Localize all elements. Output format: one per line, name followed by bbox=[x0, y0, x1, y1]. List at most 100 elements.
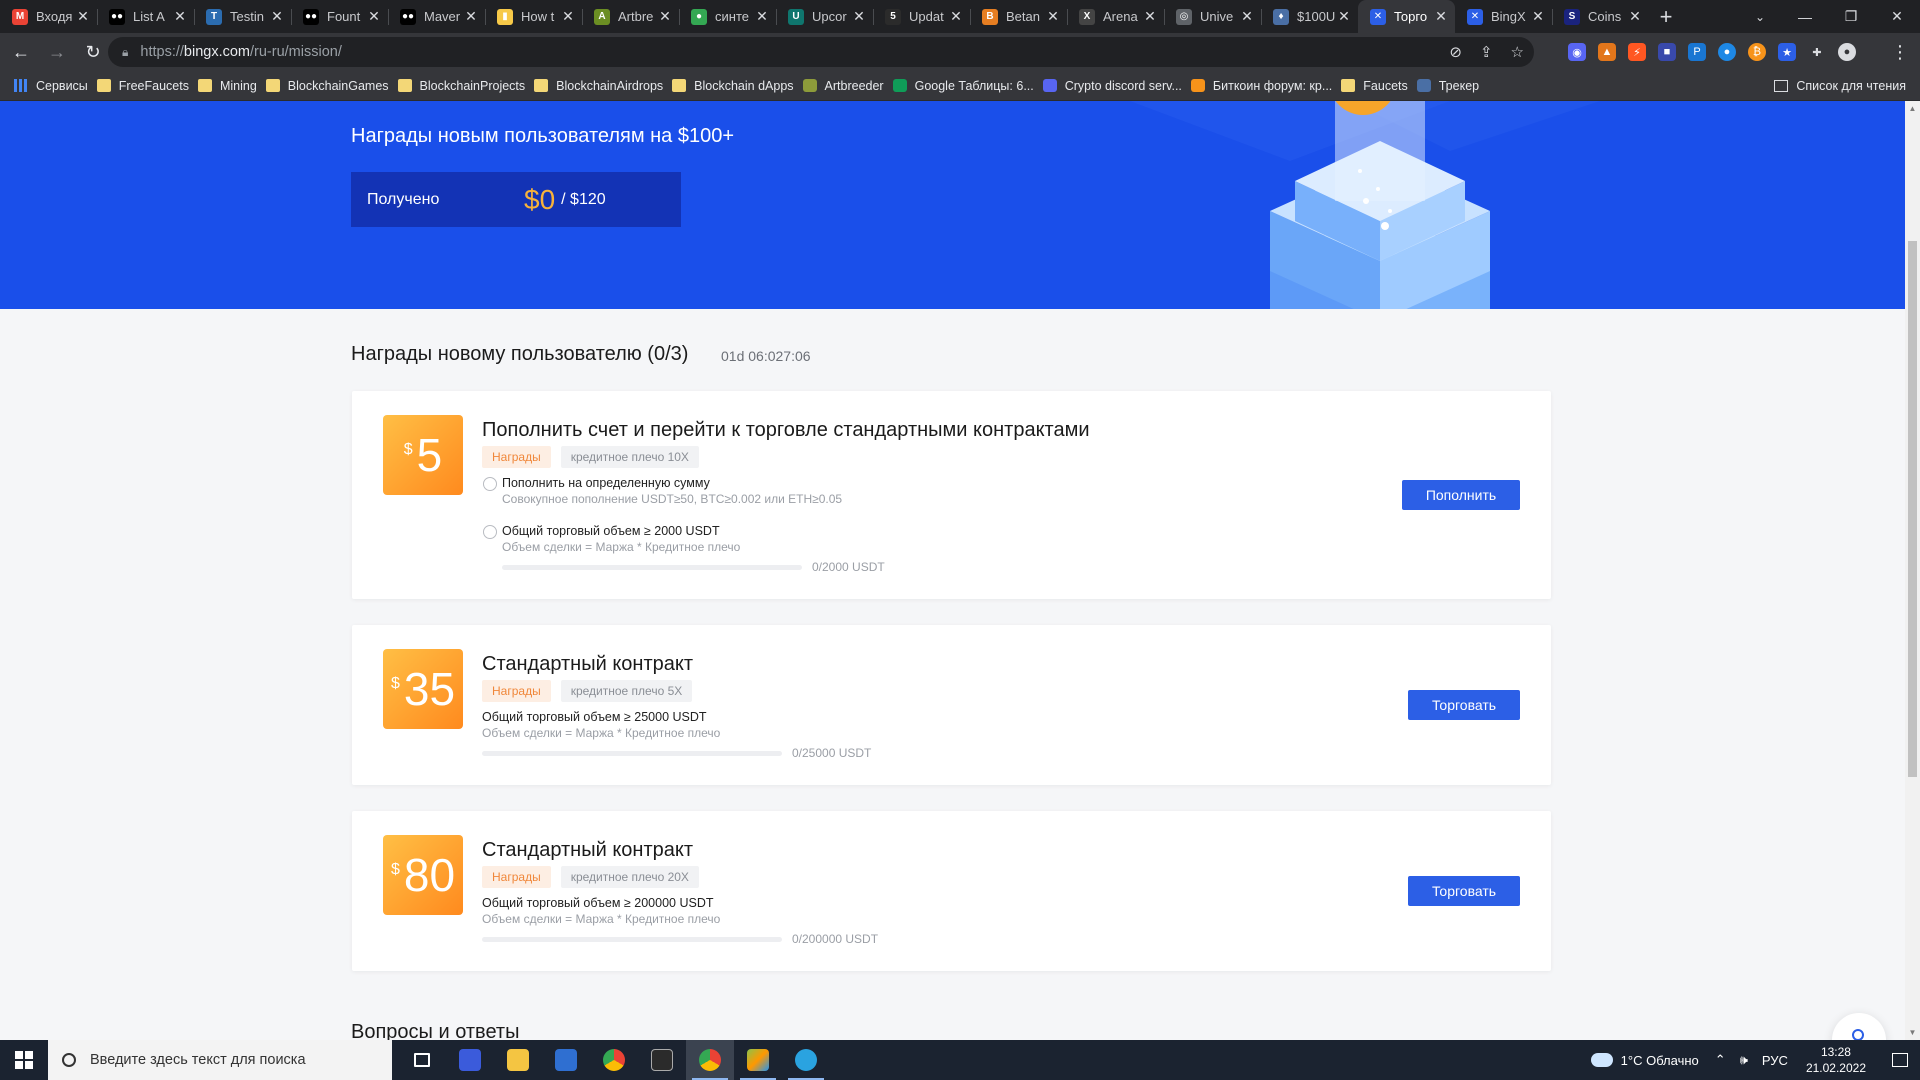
save-app-icon[interactable] bbox=[446, 1040, 494, 1080]
extension-icon[interactable]: ■ bbox=[1658, 43, 1676, 61]
tab-close-icon[interactable]: ✕ bbox=[754, 8, 770, 25]
scroll-up-arrow-icon[interactable]: ▲ bbox=[1905, 101, 1920, 116]
tab-close-icon[interactable]: ✕ bbox=[1530, 8, 1546, 25]
camera-app-icon[interactable] bbox=[542, 1040, 590, 1080]
bookmark-item[interactable]: FreeFaucets bbox=[96, 74, 198, 98]
browser-tab[interactable]: ✕ BingX ✕ bbox=[1455, 0, 1552, 33]
share-icon[interactable]: ⇪ bbox=[1480, 43, 1493, 61]
browser-tab[interactable]: ✕ Торго ✕ bbox=[1358, 0, 1455, 33]
browser-tab[interactable]: A Artbre ✕ bbox=[582, 0, 679, 33]
bookmark-item[interactable]: Google Таблицы: 6... bbox=[892, 74, 1043, 98]
metamask-extension-icon[interactable]: ▲ bbox=[1598, 43, 1616, 61]
extension-icon[interactable]: ⚡ bbox=[1628, 43, 1646, 61]
taskbar-search-box[interactable]: Введите здесь текст для поиска bbox=[48, 1040, 392, 1080]
windows-start-button[interactable] bbox=[0, 1040, 48, 1080]
bookmark-item[interactable]: Artbreeder bbox=[802, 74, 893, 98]
bookmark-item[interactable]: Crypto discord serv... bbox=[1042, 74, 1191, 98]
clock[interactable]: 13:28 21.02.2022 bbox=[1806, 1044, 1866, 1076]
notification-center-button[interactable] bbox=[1880, 1040, 1920, 1080]
extension-icon[interactable]: P bbox=[1688, 43, 1706, 61]
tab-title: Artbre bbox=[618, 9, 654, 24]
tab-close-icon[interactable]: ✕ bbox=[172, 8, 188, 25]
trade-button[interactable]: Торговать bbox=[1408, 876, 1520, 906]
browser-tab[interactable]: 5 Updat ✕ bbox=[873, 0, 970, 33]
bookmark-item[interactable]: Mining bbox=[197, 74, 266, 98]
browser-tab[interactable]: ♦ $100U ✕ bbox=[1261, 0, 1358, 33]
tab-close-icon[interactable]: ✕ bbox=[657, 8, 673, 25]
scrollbar-thumb[interactable] bbox=[1908, 241, 1917, 777]
tab-close-icon[interactable]: ✕ bbox=[463, 8, 479, 25]
bookmark-item[interactable]: Биткоин форум: кр... bbox=[1190, 74, 1341, 98]
extension-icon[interactable]: ★ bbox=[1778, 43, 1796, 61]
video-editor-icon[interactable] bbox=[638, 1040, 686, 1080]
tab-close-icon[interactable]: ✕ bbox=[851, 8, 867, 25]
puzzle-extensions-icon[interactable]: ✚ bbox=[1808, 43, 1826, 61]
condition-radio[interactable] bbox=[483, 477, 497, 491]
maximize-button[interactable]: ❐ bbox=[1828, 0, 1874, 33]
browser-tab[interactable]: ●● List A ✕ bbox=[97, 0, 194, 33]
tab-close-icon[interactable]: ✕ bbox=[366, 8, 382, 25]
referral-floating-button[interactable] bbox=[1832, 1013, 1886, 1040]
chrome-icon[interactable] bbox=[590, 1040, 638, 1080]
browser-toolbar: ← → ↻ 🔒︎ https://bingx.com/ru-ru/mission… bbox=[0, 33, 1920, 71]
chevron-up-icon[interactable]: ⌃ bbox=[1715, 1052, 1726, 1068]
tab-close-icon[interactable]: ✕ bbox=[1239, 8, 1255, 25]
browser-tab[interactable]: M Входя ✕ bbox=[0, 0, 97, 33]
tab-close-icon[interactable]: ✕ bbox=[1336, 8, 1352, 25]
forward-button[interactable]: → bbox=[42, 37, 72, 67]
extension-icon[interactable]: ₿ bbox=[1748, 43, 1766, 61]
minimize-button[interactable]: — bbox=[1782, 0, 1828, 33]
back-button[interactable]: ← bbox=[6, 37, 36, 67]
tab-close-icon[interactable]: ✕ bbox=[1433, 8, 1449, 25]
tab-close-icon[interactable]: ✕ bbox=[948, 8, 964, 25]
eye-off-icon[interactable]: ⊘ bbox=[1449, 43, 1462, 61]
address-bar[interactable]: 🔒︎ https://bingx.com/ru-ru/mission/ ⊘ ⇪ … bbox=[108, 37, 1534, 67]
tab-close-icon[interactable]: ✕ bbox=[269, 8, 285, 25]
new-tab-button[interactable]: + bbox=[1649, 0, 1683, 33]
chrome-active-icon[interactable] bbox=[686, 1040, 734, 1080]
bookmark-item[interactable]: Faucets bbox=[1341, 74, 1416, 98]
browser-tab[interactable]: U Upcor ✕ bbox=[776, 0, 873, 33]
browser-tab[interactable]: X Arena ✕ bbox=[1067, 0, 1164, 33]
deposit-button[interactable]: Пополнить bbox=[1402, 480, 1520, 510]
speaker-icon[interactable]: 🕪︎ bbox=[1740, 1052, 1748, 1068]
browser-tab[interactable]: ▮ How t ✕ bbox=[485, 0, 582, 33]
browser-tab[interactable]: ◎ Unive ✕ bbox=[1164, 0, 1261, 33]
tab-close-icon[interactable]: ✕ bbox=[75, 8, 91, 25]
discord-extension-icon[interactable]: ◉ bbox=[1568, 43, 1586, 61]
bookmark-item[interactable]: Трекер bbox=[1416, 74, 1488, 98]
bookmark-item[interactable]: Сервисы bbox=[14, 74, 97, 98]
tab-close-icon[interactable]: ✕ bbox=[1045, 8, 1061, 25]
page-scrollbar[interactable]: ▲ ▼ bbox=[1905, 101, 1920, 1040]
browser-tab[interactable]: ●● Maver ✕ bbox=[388, 0, 485, 33]
bluestacks-icon[interactable] bbox=[734, 1040, 782, 1080]
reading-list-button[interactable]: Список для чтения bbox=[1774, 71, 1906, 101]
more-menu-icon[interactable]: ⋮ bbox=[1888, 37, 1912, 67]
bookmark-star-icon[interactable]: ☆ bbox=[1511, 43, 1524, 61]
bookmark-item[interactable]: BlockchainProjects bbox=[397, 74, 535, 98]
browser-tab[interactable]: S Coins ✕ bbox=[1552, 0, 1649, 33]
telegram-icon[interactable] bbox=[782, 1040, 830, 1080]
reload-button[interactable]: ↻ bbox=[78, 37, 108, 67]
bookmark-item[interactable]: Blockchain dApps bbox=[672, 74, 802, 98]
tab-close-icon[interactable]: ✕ bbox=[560, 8, 576, 25]
browser-tab[interactable]: ● синте ✕ bbox=[679, 0, 776, 33]
close-window-button[interactable]: ✕ bbox=[1874, 0, 1920, 33]
extension-icon[interactable]: ● bbox=[1718, 43, 1736, 61]
scroll-down-arrow-icon[interactable]: ▼ bbox=[1905, 1025, 1920, 1040]
profile-avatar[interactable]: ● bbox=[1838, 43, 1856, 61]
browser-tab[interactable]: B Betan ✕ bbox=[970, 0, 1067, 33]
browser-tab[interactable]: T Testin ✕ bbox=[194, 0, 291, 33]
tab-close-icon[interactable]: ✕ bbox=[1142, 8, 1158, 25]
browser-tab[interactable]: ●● Fount ✕ bbox=[291, 0, 388, 33]
tab-close-icon[interactable]: ✕ bbox=[1627, 8, 1643, 25]
bookmark-item[interactable]: BlockchainAirdrops bbox=[534, 74, 672, 98]
bookmark-item[interactable]: BlockchainGames bbox=[265, 74, 398, 98]
language-indicator[interactable]: РУС bbox=[1762, 1053, 1788, 1068]
tab-search-icon[interactable]: ⌄ bbox=[1740, 0, 1780, 33]
task-view-button[interactable] bbox=[398, 1040, 446, 1080]
condition-radio[interactable] bbox=[483, 525, 497, 539]
weather-widget[interactable]: 1°C Облачно bbox=[1590, 1053, 1699, 1068]
file-explorer-icon[interactable] bbox=[494, 1040, 542, 1080]
trade-button[interactable]: Торговать bbox=[1408, 690, 1520, 720]
